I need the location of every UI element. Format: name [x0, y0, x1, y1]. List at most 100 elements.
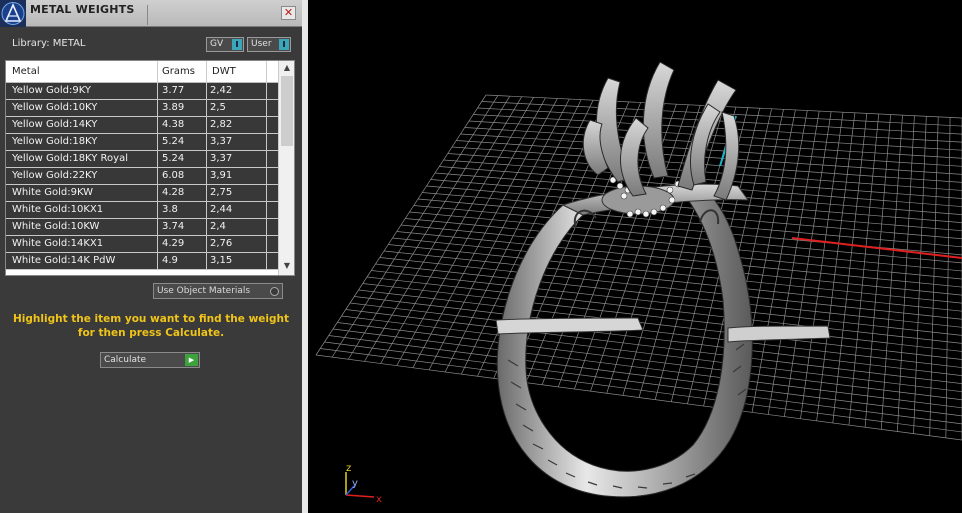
cell-divider — [266, 134, 267, 151]
grid-line — [400, 224, 962, 280]
cell-divider — [266, 253, 267, 270]
dwt-cell: 2,75 — [210, 187, 233, 198]
cell-divider — [266, 151, 267, 168]
dwt-cell: 2,4 — [210, 221, 226, 232]
column-divider — [206, 61, 207, 83]
grid-line — [366, 276, 962, 344]
metal-name-cell: Yellow Gold:22KY — [12, 170, 98, 181]
grid-line — [320, 348, 962, 433]
cell-divider — [266, 168, 267, 185]
title-bar: METAL WEIGHTS ✕ — [0, 0, 302, 27]
dwt-cell: 3,15 — [210, 255, 233, 266]
cell-divider — [206, 236, 207, 253]
use-object-materials-option[interactable]: Use Object Materials — [153, 283, 283, 299]
table-scrollbar[interactable]: ▲ ▼ — [278, 61, 294, 275]
cell-divider — [266, 236, 267, 253]
cell-divider — [206, 253, 207, 270]
calculate-label: Calculate — [104, 355, 147, 365]
metal-name-cell: White Gold:10KX1 — [12, 204, 104, 215]
metal-name-cell: Yellow Gold:10KY — [12, 102, 98, 113]
scroll-thumb[interactable] — [281, 76, 293, 146]
dwt-cell: 2,42 — [210, 85, 233, 96]
column-header-dwt[interactable]: DWT — [212, 66, 236, 77]
cell-divider — [206, 151, 207, 168]
library-label: Library: METAL — [12, 38, 86, 49]
metal-table: Metal Grams DWT Yellow Gold:9KY 3.77 2,42 Y… — [5, 60, 295, 276]
user-toggle-label: User — [251, 39, 272, 49]
cell-divider — [157, 202, 158, 219]
instructions-text: Highlight the item you want to find the … — [10, 312, 292, 340]
close-button[interactable]: ✕ — [281, 6, 296, 20]
table-row[interactable]: Yellow Gold:14KY 4.38 2,82 — [6, 117, 278, 134]
grid-line — [417, 198, 962, 248]
cell-divider — [157, 253, 158, 270]
radio-icon[interactable] — [270, 287, 279, 296]
use-object-materials-label: Use Object Materials — [157, 286, 251, 296]
metal-name-cell: Yellow Gold:14KY — [12, 119, 98, 130]
axis-label-z: z — [346, 463, 351, 474]
table-row[interactable]: Yellow Gold:18KY 5.24 3,37 — [6, 134, 278, 151]
column-divider — [266, 61, 267, 83]
user-toggle[interactable]: User I — [247, 37, 291, 52]
metal-name-cell: White Gold:14KX1 — [12, 238, 104, 249]
cell-divider — [157, 83, 158, 100]
3d-viewport[interactable]: z y x — [308, 0, 962, 513]
cell-divider — [206, 185, 207, 202]
toggle-knob-icon: I — [279, 39, 289, 50]
table-row[interactable]: Yellow Gold:10KY 3.89 2,5 — [6, 100, 278, 117]
grid-line — [354, 296, 962, 368]
cell-divider — [206, 134, 207, 151]
grid-line — [358, 289, 962, 360]
metal-name-cell: Yellow Gold:9KY — [12, 85, 91, 96]
gv-toggle[interactable]: GV I — [206, 37, 244, 52]
metal-name-cell: Yellow Gold:18KY Royal — [12, 153, 128, 164]
column-divider — [157, 61, 158, 83]
panel-title: METAL WEIGHTS — [30, 3, 135, 16]
table-row[interactable]: Yellow Gold:22KY 6.08 3,91 — [6, 168, 278, 185]
toggle-knob-icon: I — [232, 39, 242, 50]
axis-label-y: y — [352, 478, 358, 489]
chevron-up-icon[interactable]: ▲ — [279, 61, 294, 75]
grams-cell: 5.24 — [162, 136, 185, 147]
metal-name-cell: Yellow Gold:18KY — [12, 136, 98, 147]
grid-line — [392, 237, 962, 296]
cell-divider — [266, 100, 267, 117]
dwt-cell: 3,37 — [210, 153, 233, 164]
grams-cell: 3.89 — [162, 102, 185, 113]
table-row[interactable]: White Gold:14K PdW 4.9 3,15 — [6, 253, 278, 270]
cell-divider — [157, 168, 158, 185]
grid-line — [396, 231, 962, 288]
dwt-cell: 3,37 — [210, 136, 233, 147]
column-header-metal[interactable]: Metal — [12, 66, 40, 77]
chevron-down-icon[interactable]: ▼ — [279, 259, 294, 273]
table-row[interactable]: White Gold:9KW 4.28 2,75 — [6, 185, 278, 202]
grid-line — [315, 354, 962, 441]
calculate-button[interactable]: Calculate ▶ — [100, 352, 200, 368]
play-icon: ▶ — [185, 354, 198, 366]
table-row[interactable]: White Gold:14KX1 4.29 2,76 — [6, 236, 278, 253]
dwt-cell: 2,82 — [210, 119, 233, 130]
table-row[interactable]: Yellow Gold:9KY 3.77 2,42 — [6, 83, 278, 100]
grid-line — [328, 335, 962, 417]
axis-triad-icon: z y x — [345, 463, 382, 505]
column-header-grams[interactable]: Grams — [162, 66, 195, 77]
grams-cell: 4.38 — [162, 119, 185, 130]
table-header: Metal Grams DWT — [6, 61, 294, 83]
viewport-canvas: z y x — [315, 61, 962, 505]
grid-line — [405, 218, 962, 272]
cell-divider — [266, 185, 267, 202]
instructions-line-2: for then press Calculate. — [77, 327, 225, 339]
grams-cell: 6.08 — [162, 170, 185, 181]
cell-divider — [157, 151, 158, 168]
gv-toggle-label: GV — [210, 39, 224, 49]
table-row[interactable]: Yellow Gold:18KY Royal 5.24 3,37 — [6, 151, 278, 168]
cell-divider — [206, 100, 207, 117]
app-logo-icon — [0, 0, 26, 27]
cell-divider — [206, 202, 207, 219]
cell-divider — [206, 219, 207, 236]
cell-divider — [266, 202, 267, 219]
table-row[interactable]: White Gold:10KX1 3.8 2,44 — [6, 202, 278, 219]
table-row[interactable]: White Gold:10KW 3.74 2,4 — [6, 219, 278, 236]
dwt-cell: 3,91 — [210, 170, 233, 181]
cell-divider — [266, 219, 267, 236]
